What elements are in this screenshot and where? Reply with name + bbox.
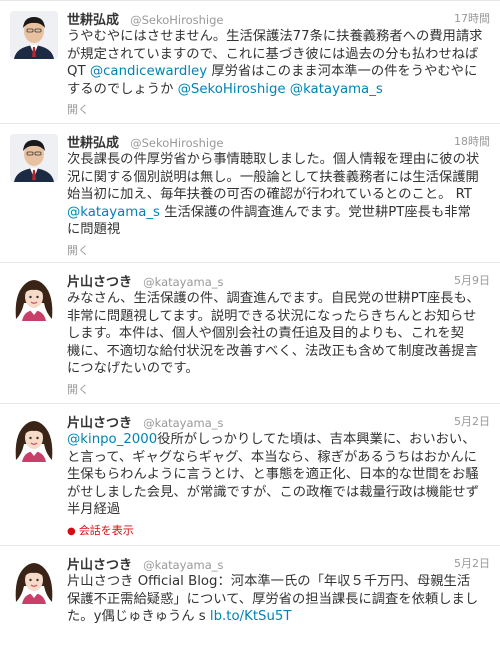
tweet-header: 世耕弘成 @SekoHiroshige 17時間	[67, 9, 490, 28]
tweet-text-line: 始当初に加え、毎年扶養の可否の確認が行われているとのこと。 RT	[67, 187, 473, 203]
author-handle[interactable]: @katayama_s	[143, 275, 223, 289]
author-name[interactable]: 世耕弘成	[67, 13, 119, 28]
tweet-text-line: 半月経過	[67, 502, 121, 518]
tweet-timestamp[interactable]: 18時間	[454, 133, 490, 149]
tweet-timestamp[interactable]: 17時間	[454, 10, 490, 26]
tweet-timeline: 世耕弘成 @SekoHiroshige 17時間 うやむやにはさせません。生活保…	[0, 0, 500, 657]
author-name[interactable]: 世耕弘成	[67, 136, 119, 151]
mention-link[interactable]: @SekoHiroshige	[178, 82, 286, 97]
tweet-text-line: と言って、ギャグならギャグ、本当なら、稼ぎがあるうちはおかんに	[67, 449, 477, 465]
author-handle[interactable]: @SekoHiroshige	[130, 13, 223, 27]
expand-link[interactable]: 開く	[67, 242, 490, 257]
tweet-text-fragment: 役所がしっかりしてた頃は、吉本興業に、おいおい、	[157, 432, 476, 447]
tweet-text: @kinpo_2000役所がしっかりしてた頃は、吉本興業に、おいおい、 と言って…	[67, 431, 490, 519]
tweet-header: 片山さつき @katayama_s 5月9日	[67, 271, 490, 290]
tweet-header: 片山さつき @katayama_s 5月2日	[67, 554, 490, 573]
tweet-text-line: 次長課長の件厚労省から事情聴取しました。個人情報を理由に彼の状	[67, 152, 480, 167]
tweet-text-line: 保護不正需給疑惑」について、厚労省の担当課長に調査を依頼しまし	[67, 591, 479, 607]
tweet-text-fragment: た。y偶じゅきゅうん s	[67, 609, 210, 625]
avatar[interactable]	[10, 414, 58, 462]
tweet-item: 片山さつき @katayama_s 5月9日 みなさん、生活保護の件、調査進んで…	[0, 263, 500, 404]
tweet-text-fragment: QT	[67, 64, 90, 80]
tweet-text: みなさん、生活保護の件、調査進んでます。自民党の世耕PT座長も、 非常に問題視し…	[67, 290, 490, 378]
avatar[interactable]	[10, 11, 58, 59]
tweet-text: うやむやにはさせません。生活保護法77条に扶養義務者への費用請求 が規定されてい…	[67, 28, 490, 98]
author-handle[interactable]: @katayama_s	[143, 558, 223, 572]
tweet-text-line: @katayama_s 生活保護の件調査進んでます。党世耕PT座長も非常	[67, 204, 490, 222]
tweet-text-line: 生保もらわんように言うとけ、と事態を適正化、日本的な世間をお騒	[67, 467, 479, 483]
author-handle[interactable]: @SekoHiroshige	[130, 136, 223, 150]
author-handle[interactable]: @katayama_s	[143, 416, 223, 430]
tweet-text-line: につなげたいのです。	[67, 361, 199, 377]
mention-link[interactable]: @katayama_s	[290, 82, 383, 97]
tweet-item: 片山さつき @katayama_s 5月2日 片山さつき Official Bl…	[0, 546, 500, 657]
tweet-text-line: QT @candicewardley 厚労省はこのまま河本準一の件をうやむやに	[67, 63, 490, 81]
tweet-text-line: がせしました会見、が常識ですが、この政権では裁量行政は機能せず	[67, 484, 479, 500]
tweet-text-line: が規定されていますので、これに基づき彼には過去の分も払わせねば	[67, 46, 479, 62]
author-name[interactable]: 片山さつき	[67, 558, 132, 573]
show-conversation-label: 会話を表示	[78, 523, 134, 537]
tweet-text: 次長課長の件厚労省から事情聴取しました。個人情報を理由に彼の状 況に関する個別説…	[67, 151, 490, 239]
tweet-text-line: みなさん、生活保護の件、調査進んでます。自民党の世耕PT座長も、	[67, 291, 480, 306]
tweet-text-line: 非常に問題視してます。説明できる状況になったらきちんとお知らせ	[67, 308, 477, 324]
tweet-timestamp[interactable]: 5月2日	[454, 413, 490, 429]
mention-link[interactable]: @kinpo_2000	[67, 432, 157, 447]
mention-link[interactable]: @katayama_s	[67, 205, 160, 220]
tweet-text-line: します。本件は、個人や個別会社の責任追及目的よりも、これを契	[67, 326, 464, 342]
tweet-text-line: 機に、不適切な給付状況を改善すべく、法改正も含めて制度改善提言	[67, 343, 478, 359]
tweet-item: 片山さつき @katayama_s 5月2日 @kinpo_2000役所がしっか…	[0, 404, 500, 546]
tweet-timestamp[interactable]: 5月9日	[454, 272, 490, 288]
conversation-dot-icon: ●	[67, 525, 76, 537]
tweet-text-fragment: するのでしょうか	[67, 81, 178, 97]
url-link[interactable]: lb.to/KtSu5T	[210, 609, 292, 624]
avatar[interactable]	[10, 556, 58, 604]
tweet-text-fragment: 厚労省はこのまま河本準一の件をうやむやに	[207, 64, 478, 80]
tweet-text: 片山さつき Official Blog：河本準一氏の「年収５千万円、母親生活 保…	[67, 573, 490, 626]
author-name[interactable]: 片山さつき	[67, 416, 132, 431]
tweet-header: 片山さつき @katayama_s 5月2日	[67, 412, 490, 431]
avatar[interactable]	[10, 273, 58, 321]
tweet-text-line: に問題視	[67, 222, 121, 238]
tweet-text-line: 片山さつき Official Blog：河本準一氏の「年収５千万円、母親生活	[67, 574, 471, 589]
tweet-text-line: 況に関する個別説明は無し。一般論として扶養義務者には生活保護開	[67, 169, 479, 185]
avatar[interactable]	[10, 134, 58, 182]
tweet-item: 世耕弘成 @SekoHiroshige 18時間 次長課長の件厚労省から事情聴取…	[0, 124, 500, 263]
author-name[interactable]: 片山さつき	[67, 275, 132, 290]
tweet-text-line: @kinpo_2000役所がしっかりしてた頃は、吉本興業に、おいおい、	[67, 431, 490, 449]
tweet-text-fragment: 生活保護の件調査進んでます。党世耕PT座長も非常	[159, 204, 471, 220]
tweet-item: 世耕弘成 @SekoHiroshige 17時間 うやむやにはさせません。生活保…	[0, 0, 500, 124]
mention-link[interactable]: @candicewardley	[90, 64, 207, 79]
tweet-text-line: た。y偶じゅきゅうん s lb.to/KtSu5T	[67, 608, 490, 626]
expand-link[interactable]: 開く	[67, 101, 490, 116]
tweet-text-line: するのでしょうか @SekoHiroshige @katayama_s	[67, 81, 490, 99]
tweet-header: 世耕弘成 @SekoHiroshige 18時間	[67, 132, 490, 151]
tweet-timestamp[interactable]: 5月2日	[454, 555, 490, 571]
show-conversation-link[interactable]: ● 会話を表示	[67, 522, 490, 537]
tweet-text-line: うやむやにはさせません。生活保護法77条に扶養義務者への費用請求	[67, 29, 483, 44]
expand-link[interactable]: 開く	[67, 381, 490, 396]
